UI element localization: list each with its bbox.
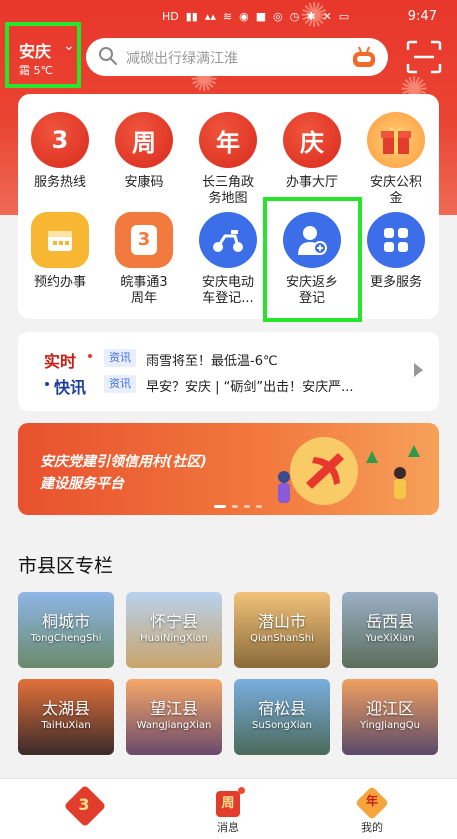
service-office-hall[interactable]: 庆 办事大厅 xyxy=(276,112,348,191)
anniversary-icon: 3 xyxy=(115,212,173,268)
service-hotline[interactable]: 3 服务热线 xyxy=(24,112,96,191)
services-card: 3 服务热线 周 安康码 年 长三角政 务地图 庆 办事大厅 安庆公积 金 预约… xyxy=(18,94,439,319)
city-selector[interactable]: 安庆 ⌄ 霜 5℃ xyxy=(5,22,81,88)
status-time: 9:47 xyxy=(407,9,437,24)
party-emblem-illustration xyxy=(278,437,420,505)
status-icons: HD ▮▮ ▴▴ ≋ ◉ ■ ◎ ◷ ✱ ✕ ▭ xyxy=(162,10,349,23)
notification-badge xyxy=(238,787,245,794)
nav-messages[interactable]: 周 消息 xyxy=(188,779,268,839)
promo-banner[interactable]: 安庆党建引领信用村(社区) 建设服务平台 xyxy=(18,423,439,515)
battery-icon: ▭ xyxy=(338,10,350,23)
qq-icon: ◉ xyxy=(239,10,249,23)
tile-yingjiang[interactable]: 迎江区 YingJiangQu xyxy=(342,679,438,755)
ankang-code-icon: 周 xyxy=(115,112,173,168)
app-icon: ■ xyxy=(255,10,267,23)
chevron-down-icon: ⌄ xyxy=(63,38,75,54)
app-icon: ◎ xyxy=(273,10,283,23)
nav-profile[interactable]: 年 我的 xyxy=(332,779,412,839)
dot-decoration xyxy=(45,382,49,386)
scan-icon[interactable] xyxy=(406,40,442,74)
tile-taihu[interactable]: 太湖县 TaiHuXian xyxy=(18,679,114,755)
news-ticker[interactable]: 实时 快讯 资讯 雨雪将至！最低温-6℃ 资讯 早安？安庆 | “砺剑”出击！安… xyxy=(18,332,439,411)
service-appointment[interactable]: 预约办事 xyxy=(24,212,96,291)
play-arrow-icon[interactable] xyxy=(414,363,423,377)
tile-yuexi[interactable]: 岳西县 YueXiXian xyxy=(342,592,438,668)
highlight-frame xyxy=(263,197,362,322)
delta-map-icon: 年 xyxy=(199,112,257,168)
service-ebike-registration[interactable]: 安庆电动 车登记... xyxy=(192,212,264,307)
scooter-icon xyxy=(199,212,257,268)
mute-icon: ✕ xyxy=(322,10,332,23)
banner-subtitle: 建设服务平台 xyxy=(40,476,124,492)
news-headline[interactable]: 早安？安庆 | “砺剑”出击！安庆严... xyxy=(146,376,354,395)
hotline-icon: 3 xyxy=(31,112,89,168)
tile-susong[interactable]: 宿松县 SuSongXian xyxy=(234,679,330,755)
tile-tongcheng[interactable]: 桐城市 TongChengShi xyxy=(18,592,114,668)
nav-home[interactable]: 3 xyxy=(44,779,124,839)
signal-icon: ▴▴ xyxy=(204,10,216,23)
dot-decoration xyxy=(88,354,92,358)
message-icon: 周 xyxy=(216,791,240,817)
office-hall-icon: 庆 xyxy=(283,112,341,168)
weather-text: 霜 5℃ xyxy=(19,64,53,77)
search-placeholder: 减碳出行绿满江淮 xyxy=(126,51,238,67)
nav-label: 消息 xyxy=(217,821,239,834)
news-tag: 资讯 xyxy=(104,375,136,393)
grid-icon xyxy=(367,212,425,268)
signal-icon: ▮▮ xyxy=(185,10,198,23)
banner-title: 安庆党建引领信用村(社区) xyxy=(40,454,207,470)
tile-huaining[interactable]: 怀宁县 HuaiNingXian xyxy=(126,592,222,668)
service-more[interactable]: 更多服务 xyxy=(360,212,432,291)
news-tag: 资讯 xyxy=(104,349,136,367)
city-name: 安庆 xyxy=(19,42,52,61)
search-bar[interactable]: 减碳出行绿满江淮 xyxy=(86,38,388,76)
robot-assistant-icon[interactable] xyxy=(350,44,378,70)
tile-qianshan[interactable]: 潜山市 QianShanShi xyxy=(234,592,330,668)
gift-icon xyxy=(367,112,425,168)
alarm-icon: ◷ xyxy=(289,10,300,23)
calendar-icon xyxy=(31,212,89,268)
nav-label: 我的 xyxy=(361,821,383,834)
bottom-nav: 3 周 消息 年 我的 xyxy=(0,778,457,839)
pager-dot[interactable] xyxy=(214,505,226,508)
service-wanshitong-anniversary[interactable]: 3 皖事通3 周年 xyxy=(108,212,180,307)
pager-dot[interactable] xyxy=(256,505,262,508)
news-brand-line2: 快讯 xyxy=(54,378,87,397)
pager-dot[interactable] xyxy=(232,505,238,508)
search-icon xyxy=(99,47,117,65)
section-title: 市县区专栏 xyxy=(18,555,114,577)
news-brand-line1: 实时 xyxy=(44,352,77,371)
bluetooth-icon: ✱ xyxy=(306,10,316,23)
banner-pager xyxy=(214,505,262,508)
pager-dot[interactable] xyxy=(244,505,250,508)
tile-wangjiang[interactable]: 望江县 WangJiangXian xyxy=(126,679,222,755)
service-yangtze-delta-map[interactable]: 年 长三角政 务地图 xyxy=(192,112,264,207)
service-housing-fund[interactable]: 安庆公积 金 xyxy=(360,112,432,207)
wifi-icon: ≋ xyxy=(222,10,233,23)
news-headline[interactable]: 雨雪将至！最低温-6℃ xyxy=(146,350,278,369)
service-ankang-code[interactable]: 周 安康码 xyxy=(108,112,180,191)
hd-icon: HD xyxy=(162,10,179,23)
